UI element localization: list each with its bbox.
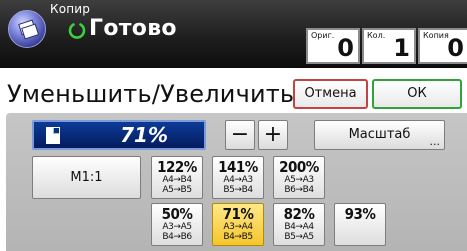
preset-paper-line: B6→B4	[284, 185, 314, 195]
originals-counter-label: Ориг.	[311, 31, 335, 40]
preset-percent: 200%	[279, 158, 319, 176]
preset-paper-line: A3→A5	[162, 222, 192, 232]
copies-counter-label: Копия	[423, 31, 449, 40]
preset-paper-line: B4→A4	[284, 222, 314, 232]
originals-counter-value: 0	[337, 34, 354, 62]
ready-status-icon	[68, 23, 86, 39]
preset-93-button[interactable]: 93%	[334, 203, 386, 246]
set-quantity-label: Кол.	[367, 31, 386, 40]
preset-122-button[interactable]: 122% A4→B4 A5→B5	[151, 156, 203, 199]
preset-200-button[interactable]: 200% A5→A3 B6→B4	[273, 156, 325, 199]
preset-percent: 71%	[222, 205, 254, 223]
preset-paper-line: B5→A5	[284, 232, 314, 242]
page-title: Уменьшить/Увеличить	[7, 80, 295, 108]
preset-percent: 122%	[157, 158, 197, 176]
cancel-button[interactable]: Отмена	[293, 79, 368, 109]
full-size-button[interactable]: М1:1	[32, 156, 141, 199]
preset-paper-line: B4→B6	[162, 232, 192, 242]
ready-status-text: Готово	[89, 16, 177, 41]
preset-141-button[interactable]: 141% A4→A3 B5→B4	[212, 156, 264, 199]
preset-paper-line: B5→B4	[223, 185, 253, 195]
decrease-ratio-button[interactable]: −	[225, 120, 255, 150]
preset-82-button[interactable]: 82% B4→A4 B5→A5	[273, 203, 325, 246]
ok-button[interactable]: ОК	[372, 79, 462, 109]
ratio-value: 71%	[120, 123, 168, 147]
preset-percent: 93%	[344, 205, 376, 223]
preset-paper-line: A5→A3	[284, 175, 314, 185]
increase-ratio-button[interactable]: +	[258, 120, 288, 150]
copies-counter-value: 0	[447, 34, 464, 62]
preset-percent: 82%	[283, 205, 315, 223]
copier-app-icon	[8, 10, 46, 48]
preset-percent: 50%	[161, 205, 193, 223]
preset-percent: 141%	[218, 158, 258, 176]
preset-50-button[interactable]: 50% A3→A5 B4→B6	[151, 203, 203, 246]
set-quantity-value: 1	[393, 34, 410, 62]
preset-paper-line: A4→A3	[223, 175, 253, 185]
preset-paper-line: A5→B5	[162, 185, 192, 195]
preset-71-button[interactable]: 71% A3→A4 B4→B5	[212, 203, 264, 246]
zoom-button[interactable]: Масштаб ...	[314, 120, 445, 150]
status-bar: Копир Готово Ориг. 0 Кол. 1 Копия 0	[0, 0, 467, 68]
preset-paper-line: A3→A4	[223, 222, 253, 232]
ratio-display: 71%	[32, 120, 206, 150]
preset-paper-line: A4→B4	[162, 175, 192, 185]
paper-orientation-icon	[46, 127, 60, 144]
originals-counter: Ориг. 0	[306, 28, 360, 64]
set-quantity-counter: Кол. 1	[362, 28, 416, 64]
copies-counter: Копия 0	[418, 28, 467, 64]
zoom-button-label: Масштаб	[348, 127, 411, 142]
app-title: Копир	[50, 2, 91, 16]
more-options-icon: ...	[429, 135, 441, 148]
preset-paper-line: B4→B5	[223, 232, 253, 242]
